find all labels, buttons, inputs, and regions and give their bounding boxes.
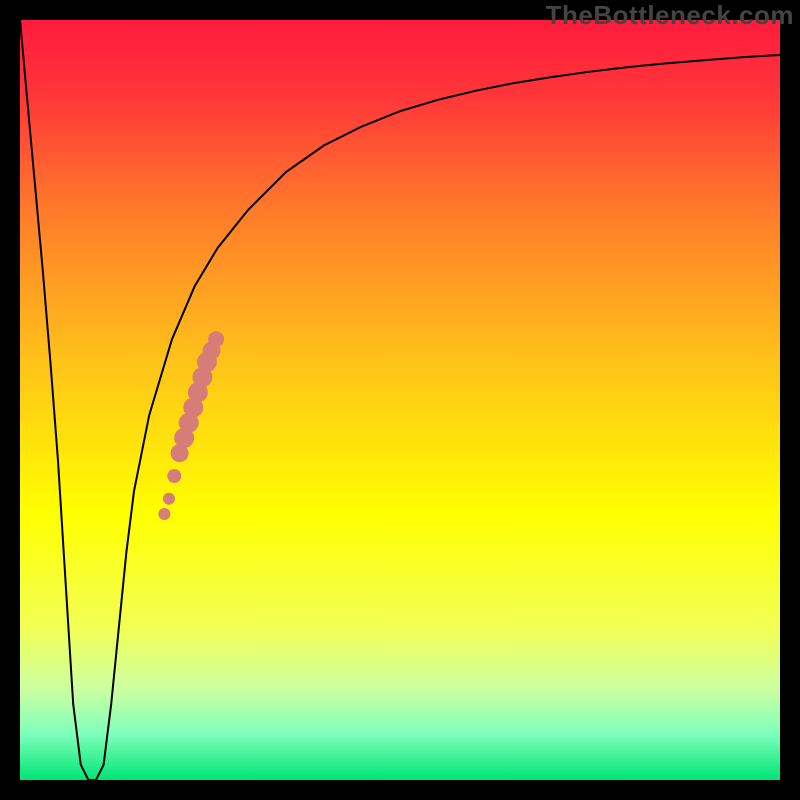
chart-frame: TheBottleneck.com [0, 0, 800, 800]
scatter-point [208, 331, 224, 347]
scatter-point [158, 508, 170, 520]
chart-plot-area [20, 20, 780, 780]
gradient-background [20, 20, 780, 780]
scatter-point [167, 469, 181, 483]
scatter-point [163, 493, 175, 505]
watermark-text: TheBottleneck.com [546, 0, 794, 31]
